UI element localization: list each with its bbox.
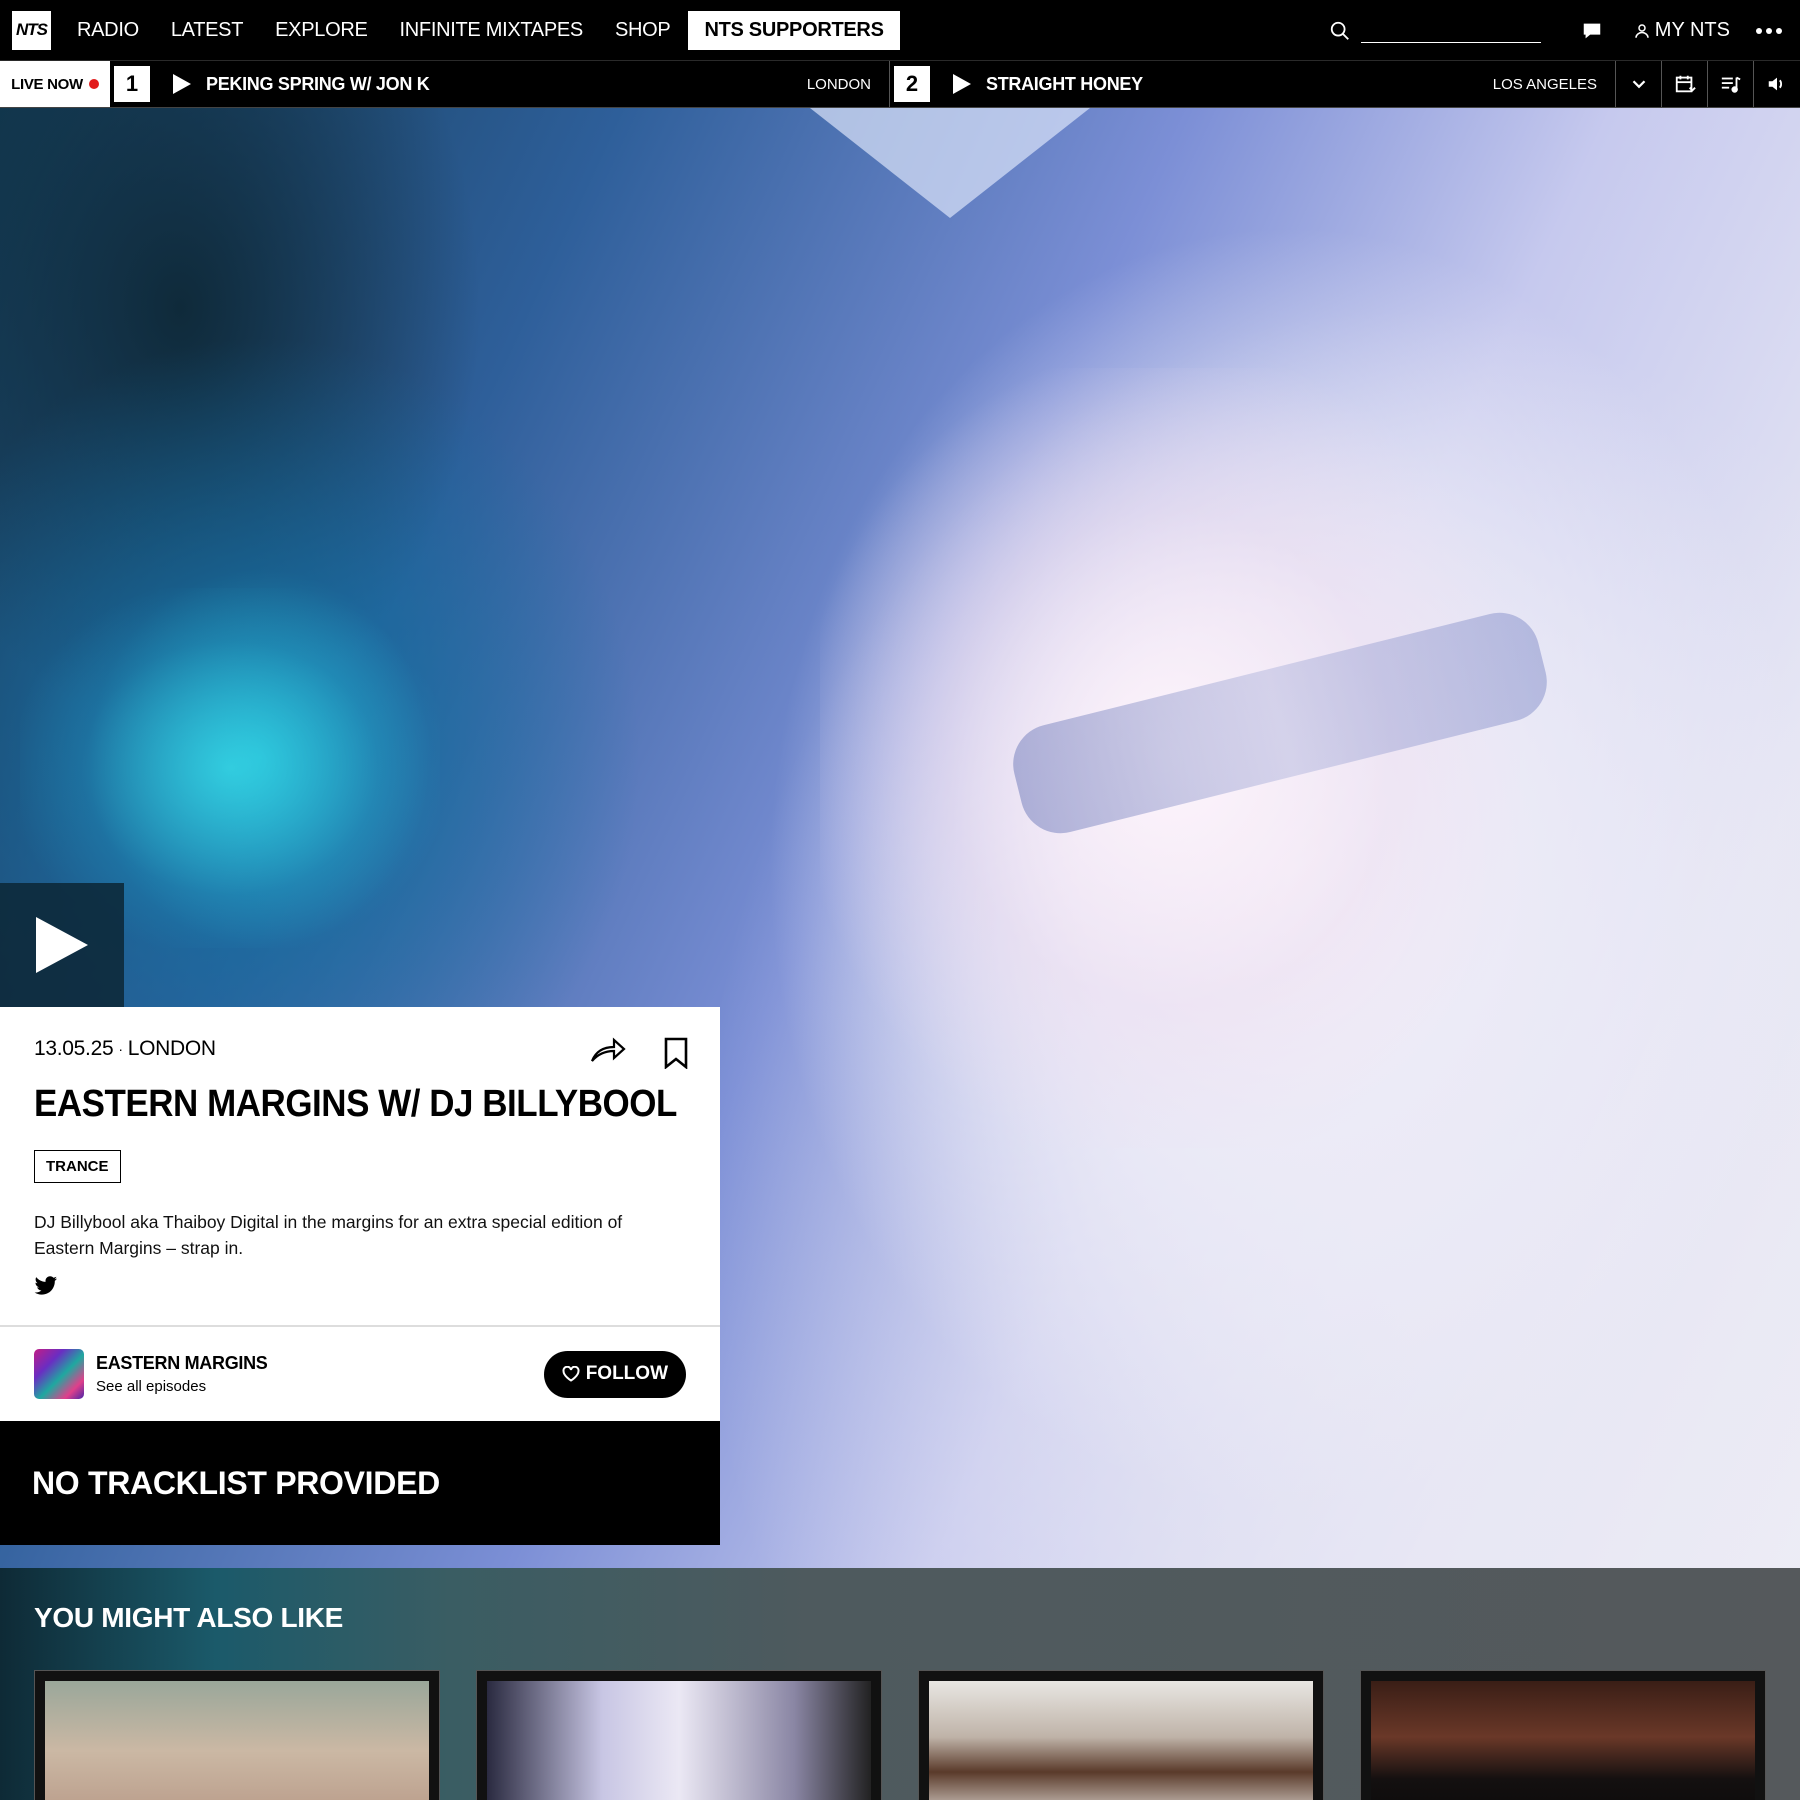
expand-button[interactable] [1616,61,1662,107]
hero-shape [810,108,1090,218]
episode-title: EASTERN MARGINS W/ DJ BILLYBOOL [34,1083,677,1125]
live-bar: LIVE NOW 1 PEKING SPRING W/ JON K LONDON… [0,61,1800,108]
nav-infinite-mixtapes[interactable]: INFINITE MIXTAPES [384,19,599,42]
calendar-icon [1675,75,1696,93]
recommendation-image [45,1681,429,1800]
channel-title: STRAIGHT HONEY [986,73,1143,94]
episode-location[interactable]: LONDON [128,1037,216,1061]
recommendation-card[interactable] [918,1670,1324,1800]
see-all-episodes-link[interactable]: See all episodes [96,1378,544,1395]
recommendation-image [1371,1681,1755,1800]
live-now-label: LIVE NOW [11,75,83,93]
playlist-button[interactable] [1708,61,1754,107]
bookmark-icon[interactable] [662,1037,690,1069]
recommendation-image [929,1681,1313,1800]
recommendations-section: YOU MIGHT ALSO LIKE [0,1568,1800,1800]
my-nts-label: MY NTS [1654,19,1730,41]
meta-separator: · [118,1041,123,1057]
tracklist-message: NO TRACKLIST PROVIDED [32,1464,440,1501]
channel-location: LONDON [806,75,871,93]
show-thumbnail[interactable] [34,1349,84,1399]
more-icon[interactable] [1756,27,1782,35]
nav-shop[interactable]: SHOP [599,19,686,42]
nav-latest[interactable]: LATEST [155,19,259,42]
episode-card: 13.05.25 · LONDON EASTERN MARGINS W/ DJ … [0,1007,720,1545]
heart-icon [562,1366,580,1382]
follow-label: FOLLOW [585,1363,668,1384]
tracklist-section: NO TRACKLIST PROVIDED [0,1421,720,1545]
channel-title: PEKING SPRING W/ JON K [206,73,430,94]
chat-icon[interactable] [1581,20,1603,42]
nav-radio[interactable]: RADIO [61,19,155,42]
episode-date: 13.05.25 [34,1037,114,1060]
episode-info: 13.05.25 · LONDON EASTERN MARGINS W/ DJ … [0,1007,720,1325]
play-icon [36,917,88,973]
chevron-down-icon [1632,80,1645,89]
channel-number: 2 [894,66,930,102]
show-name[interactable]: EASTERN MARGINS [96,1353,544,1374]
show-text: EASTERN MARGINS See all episodes [96,1353,544,1395]
share-icon[interactable] [590,1035,626,1065]
recommendation-card[interactable] [1360,1670,1766,1800]
live-dot [88,79,99,89]
nav-right: MY NTS [1329,0,1800,61]
search-input[interactable] [1360,18,1541,43]
nav-explore[interactable]: EXPLORE [259,19,383,42]
genre-tag[interactable]: TRANCE [34,1150,121,1183]
volume-icon [1768,77,1783,91]
nav-nts-supporters[interactable]: NTS SUPPORTERS [688,10,900,50]
search-icon[interactable] [1329,20,1351,42]
channel-location: LOS ANGELES [1492,75,1597,93]
recommendation-card[interactable] [476,1670,882,1800]
my-nts-button[interactable]: MY NTS [1633,19,1730,42]
episode-description: DJ Billybool aka Thaiboy Digital in the … [34,1212,623,1258]
schedule-button[interactable] [1662,61,1708,107]
nts-logo[interactable]: NTS [12,10,51,50]
follow-button[interactable]: FOLLOW [543,1350,686,1398]
show-row: EASTERN MARGINS See all episodes FOLLOW [0,1325,720,1421]
episode-meta: 13.05.25 · LONDON [34,1037,686,1061]
volume-button[interactable] [1754,61,1800,107]
play-icon[interactable] [950,73,972,95]
live-now-badge: LIVE NOW [0,61,110,107]
channel-2[interactable]: 2 STRAIGHT HONEY LOS ANGELES [890,61,1616,107]
recommendation-image [487,1681,871,1800]
top-nav: NTS RADIO LATEST EXPLORE INFINITE MIXTAP… [0,0,1800,61]
recommendations-title: YOU MIGHT ALSO LIKE [34,1602,344,1633]
channel-1[interactable]: 1 PEKING SPRING W/ JON K LONDON [110,61,890,107]
episode-play-button[interactable] [0,883,124,1007]
play-icon[interactable] [170,73,192,95]
playlist-icon [1721,76,1741,93]
user-icon [1635,23,1649,38]
recommendation-card[interactable] [34,1670,440,1800]
channel-number: 1 [114,66,150,102]
twitter-icon[interactable] [34,1275,58,1297]
main-nav: RADIO LATEST EXPLORE INFINITE MIXTAPES S… [61,0,900,60]
